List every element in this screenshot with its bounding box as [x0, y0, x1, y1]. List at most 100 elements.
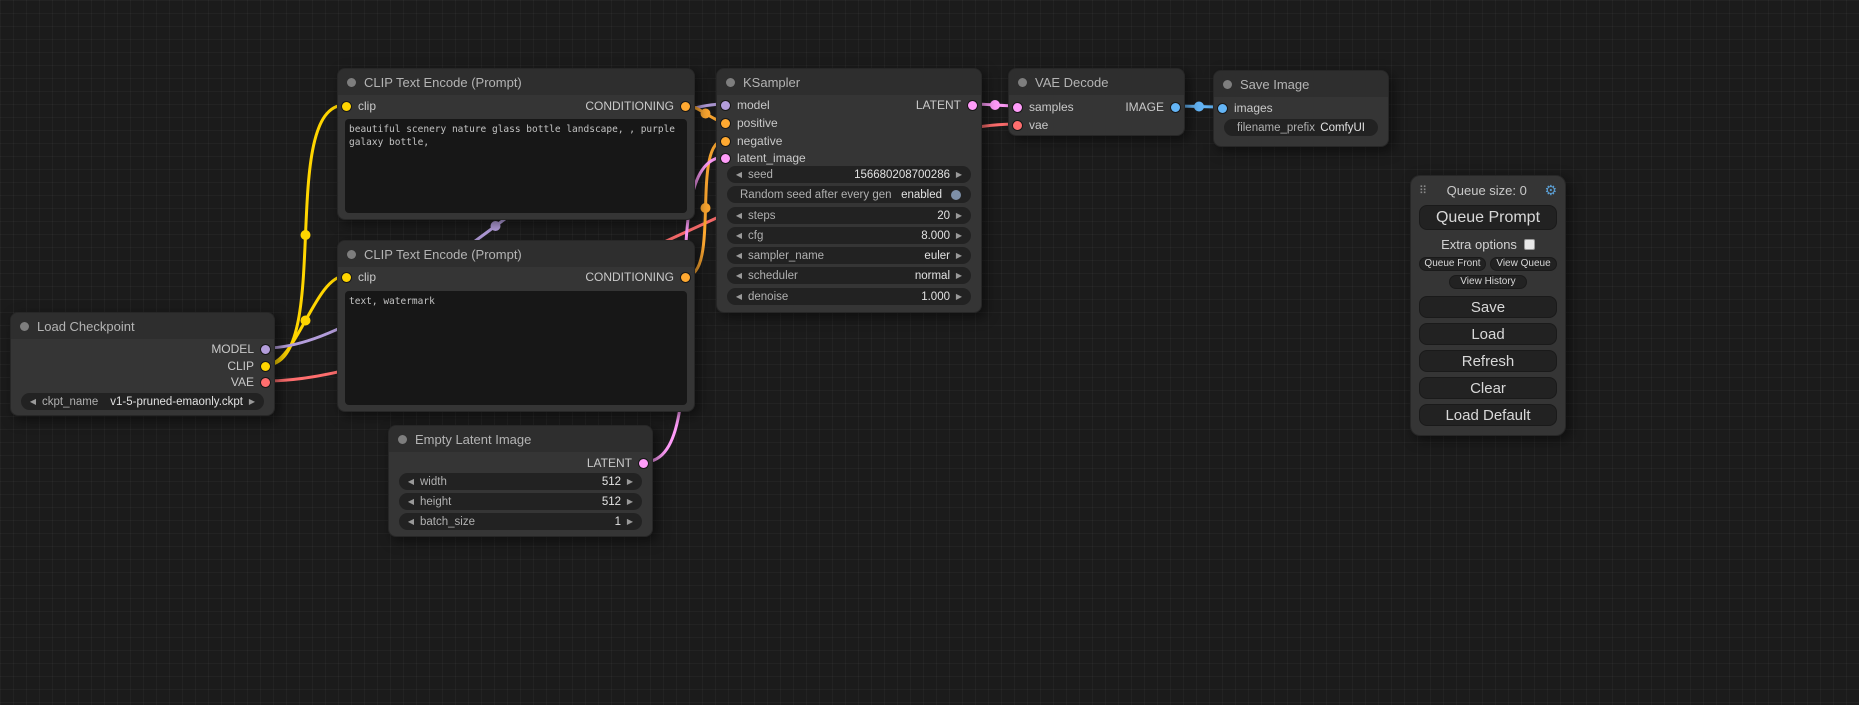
collapse-icon[interactable] [347, 78, 356, 87]
collapse-icon[interactable] [726, 78, 735, 87]
node-load-checkpoint[interactable]: Load Checkpoint MODEL CLIP VAE ◀ ckpt_na… [10, 312, 275, 416]
view-history-button[interactable]: View History [1449, 275, 1527, 289]
node-empty-latent-image[interactable]: Empty Latent Image LATENT ◀ width 512 ▶ … [388, 425, 653, 537]
input-slot-images[interactable]: images [1218, 101, 1273, 115]
input-slot-model[interactable]: model [721, 98, 770, 112]
input-slot-vae[interactable]: vae [1013, 118, 1048, 132]
filename-prefix-field[interactable]: filename_prefix ComfyUI [1224, 119, 1378, 136]
output-slot-vae[interactable]: VAE [231, 375, 270, 389]
collapse-icon[interactable] [1223, 80, 1232, 89]
queue-front-button[interactable]: Queue Front [1419, 257, 1486, 271]
view-queue-button[interactable]: View Queue [1490, 257, 1557, 271]
input-slot-clip[interactable]: clip [342, 270, 376, 284]
clip-input-dot-icon[interactable] [342, 102, 351, 111]
batch-size-stepper[interactable]: ◀ batch_size 1 ▶ [399, 513, 642, 530]
cfg-stepper[interactable]: ◀ cfg 8.000 ▶ [727, 227, 971, 244]
negative-prompt-textarea[interactable]: text, watermark [345, 291, 687, 405]
latent-output-dot-icon[interactable] [968, 101, 977, 110]
node-clip-text-encode-negative[interactable]: CLIP Text Encode (Prompt) clip CONDITION… [337, 240, 695, 412]
latent-input-dot-icon[interactable] [721, 154, 730, 163]
decrement-arrow-icon[interactable]: ◀ [733, 166, 745, 183]
output-slot-image[interactable]: IMAGE [1125, 100, 1180, 114]
node-clip-text-encode-positive[interactable]: CLIP Text Encode (Prompt) clip CONDITION… [337, 68, 695, 220]
samples-input-dot-icon[interactable] [1013, 103, 1022, 112]
load-default-button[interactable]: Load Default [1419, 404, 1557, 426]
conditioning-output-dot-icon[interactable] [681, 102, 690, 111]
decrement-arrow-icon[interactable]: ◀ [733, 288, 745, 305]
denoise-stepper[interactable]: ◀ denoise 1.000 ▶ [727, 288, 971, 305]
node-title-bar[interactable]: Empty Latent Image [389, 426, 652, 452]
output-slot-latent[interactable]: LATENT [916, 98, 977, 112]
output-slot-conditioning[interactable]: CONDITIONING [585, 99, 690, 113]
decrement-arrow-icon[interactable]: ◀ [27, 393, 39, 410]
refresh-button[interactable]: Refresh [1419, 350, 1557, 372]
width-stepper[interactable]: ◀ width 512 ▶ [399, 473, 642, 490]
load-button[interactable]: Load [1419, 323, 1557, 345]
extra-options-checkbox[interactable] [1524, 239, 1535, 250]
increment-arrow-icon[interactable]: ▶ [953, 288, 965, 305]
node-vae-decode[interactable]: VAE Decode samples vae IMAGE [1008, 68, 1185, 136]
increment-arrow-icon[interactable]: ▶ [953, 247, 965, 264]
node-graph-canvas[interactable]: Load Checkpoint MODEL CLIP VAE ◀ ckpt_na… [0, 0, 1859, 705]
decrement-arrow-icon[interactable]: ◀ [733, 227, 745, 244]
steps-stepper[interactable]: ◀ steps 20 ▶ [727, 207, 971, 224]
random-seed-toggle[interactable]: Random seed after every gen enabled [727, 186, 971, 203]
model-input-dot-icon[interactable] [721, 101, 730, 110]
node-title-bar[interactable]: CLIP Text Encode (Prompt) [338, 69, 694, 95]
increment-arrow-icon[interactable]: ▶ [624, 513, 636, 530]
positive-input-dot-icon[interactable] [721, 119, 730, 128]
decrement-arrow-icon[interactable]: ◀ [733, 207, 745, 224]
model-output-dot-icon[interactable] [261, 345, 270, 354]
scheduler-combo[interactable]: ◀ scheduler normal ▶ [727, 267, 971, 284]
ckpt-name-combo[interactable]: ◀ ckpt_name v1-5-pruned-emaonly.ckpt ▶ [21, 393, 264, 410]
decrement-arrow-icon[interactable]: ◀ [405, 513, 417, 530]
increment-arrow-icon[interactable]: ▶ [953, 267, 965, 284]
decrement-arrow-icon[interactable]: ◀ [733, 267, 745, 284]
decrement-arrow-icon[interactable]: ◀ [405, 473, 417, 490]
height-stepper[interactable]: ◀ height 512 ▶ [399, 493, 642, 510]
sampler-name-combo[interactable]: ◀ sampler_name euler ▶ [727, 247, 971, 264]
drag-handle-icon[interactable]: ⠿ [1419, 184, 1427, 197]
input-slot-positive[interactable]: positive [721, 116, 778, 130]
vae-input-dot-icon[interactable] [1013, 121, 1022, 130]
increment-arrow-icon[interactable]: ▶ [624, 493, 636, 510]
output-slot-clip[interactable]: CLIP [227, 359, 270, 373]
queue-panel[interactable]: ⠿ Queue size: 0 ⚙ Queue Prompt Extra opt… [1410, 175, 1566, 436]
collapse-icon[interactable] [20, 322, 29, 331]
positive-prompt-textarea[interactable]: beautiful scenery nature glass bottle la… [345, 119, 687, 213]
increment-arrow-icon[interactable]: ▶ [953, 227, 965, 244]
node-ksampler[interactable]: KSampler model positive negative latent_… [716, 68, 982, 313]
node-save-image[interactable]: Save Image images filename_prefix ComfyU… [1213, 70, 1389, 147]
settings-gear-icon[interactable]: ⚙ [1544, 182, 1557, 199]
toggle-on-indicator-icon[interactable] [951, 190, 961, 200]
conditioning-output-dot-icon[interactable] [681, 273, 690, 282]
negative-input-dot-icon[interactable] [721, 137, 730, 146]
node-title-bar[interactable]: CLIP Text Encode (Prompt) [338, 241, 694, 267]
node-title-bar[interactable]: KSampler [717, 69, 981, 95]
clip-input-dot-icon[interactable] [342, 273, 351, 282]
vae-output-dot-icon[interactable] [261, 378, 270, 387]
image-output-dot-icon[interactable] [1171, 103, 1180, 112]
clear-button[interactable]: Clear [1419, 377, 1557, 399]
input-slot-samples[interactable]: samples [1013, 100, 1074, 114]
clip-output-dot-icon[interactable] [261, 362, 270, 371]
node-title-bar[interactable]: VAE Decode [1009, 69, 1184, 95]
node-title-bar[interactable]: Save Image [1214, 71, 1388, 97]
input-slot-negative[interactable]: negative [721, 134, 782, 148]
seed-stepper[interactable]: ◀ seed 156680208700286 ▶ [727, 166, 971, 183]
output-slot-latent[interactable]: LATENT [587, 456, 648, 470]
save-button[interactable]: Save [1419, 296, 1557, 318]
collapse-icon[interactable] [1018, 78, 1027, 87]
collapse-icon[interactable] [347, 250, 356, 259]
increment-arrow-icon[interactable]: ▶ [246, 393, 258, 410]
increment-arrow-icon[interactable]: ▶ [624, 473, 636, 490]
collapse-icon[interactable] [398, 435, 407, 444]
node-title-bar[interactable]: Load Checkpoint [11, 313, 274, 339]
increment-arrow-icon[interactable]: ▶ [953, 207, 965, 224]
images-input-dot-icon[interactable] [1218, 104, 1227, 113]
decrement-arrow-icon[interactable]: ◀ [405, 493, 417, 510]
queue-prompt-button[interactable]: Queue Prompt [1419, 205, 1557, 230]
output-slot-model[interactable]: MODEL [211, 342, 270, 356]
input-slot-latent-image[interactable]: latent_image [721, 151, 806, 165]
decrement-arrow-icon[interactable]: ◀ [733, 247, 745, 264]
